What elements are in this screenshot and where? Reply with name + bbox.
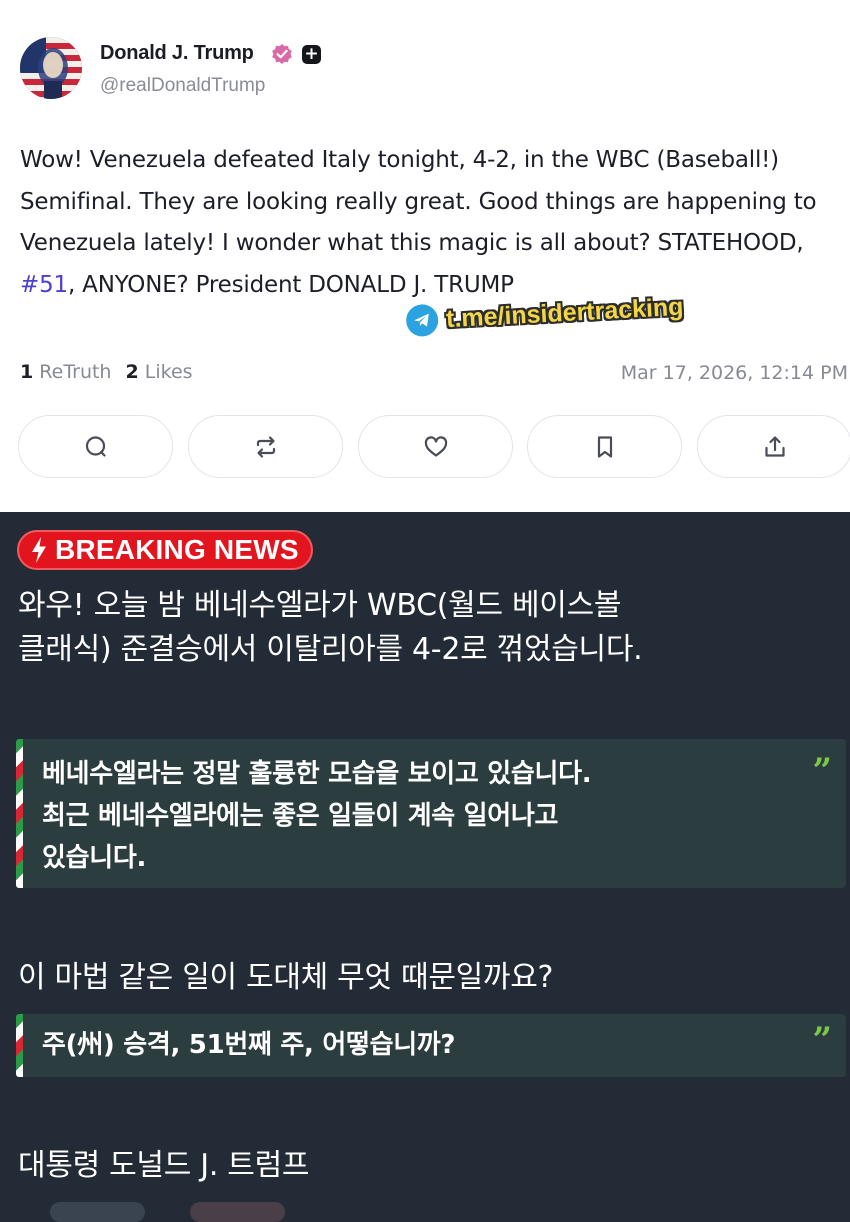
bookmark-button[interactable] [527, 415, 682, 478]
author-handle[interactable]: @realDonaldTrump [100, 75, 265, 97]
partial-chip [50, 1202, 145, 1222]
news-signoff-text: 대통령 도널드 J. 트럼프 [18, 1148, 310, 1183]
post-text-part-1: Wow! Venezuela defeated Italy tonight, 4… [20, 147, 817, 256]
quote-1-line-3: 있습니다. [42, 843, 147, 873]
quote-stripe [16, 739, 23, 888]
author-avatar[interactable] [20, 37, 82, 99]
post-timestamp: Mar 17, 2026, 12:14 PM [620, 362, 848, 384]
hashtag-link[interactable]: #51 [20, 272, 68, 298]
breaking-news-panel: BREAKING NEWS 와우! 오늘 밤 베네수엘라가 WBC(월드 베이스… [0, 512, 850, 1222]
lead-line-1: 와우! 오늘 밤 베네수엘라가 WBC(월드 베이스볼 [18, 588, 622, 623]
retruth-label[interactable]: ReTruth [39, 361, 111, 383]
quote-mark-icon: ” [812, 1020, 832, 1060]
quote-stripe [16, 1014, 23, 1077]
likes-count: 2 [125, 361, 139, 383]
quote-block-1: 베네수엘라는 정말 훌륭한 모습을 보이고 있습니다. 최근 베네수엘라에는 좋… [16, 739, 846, 888]
retruth-count: 1 [20, 361, 34, 383]
partial-chip [190, 1202, 285, 1222]
likes-label[interactable]: Likes [145, 361, 193, 383]
post-body-text: Wow! Venezuela defeated Italy tonight, 4… [20, 140, 845, 306]
breaking-news-label: BREAKING NEWS [55, 534, 299, 565]
post-text-part-2: , ANYONE? President DONALD J. TRUMP [67, 271, 514, 298]
quote-1-line-2: 최근 베네수엘라에는 좋은 일들이 계속 일어나고 [42, 801, 559, 831]
news-lead-text: 와우! 오늘 밤 베네수엘라가 WBC(월드 베이스볼 클래식) 준결승에서 이… [18, 584, 848, 672]
like-icon [424, 435, 447, 457]
quote-block-2: 주(州) 승격, 51번째 주, 어떻습니까? ” [16, 1014, 846, 1077]
quote-1-line-1: 베네수엘라는 정말 훌륭한 모습을 보이고 있습니다. [42, 759, 592, 789]
like-button[interactable] [358, 415, 513, 478]
quote-mark-icon: ” [812, 751, 832, 791]
bookmark-icon [597, 435, 612, 458]
telegram-icon [405, 303, 439, 338]
verified-badge-icon [272, 44, 292, 64]
truth-post-card: Donald J. Trump + @realDonaldTrump Wow! … [0, 0, 850, 512]
reply-button[interactable] [18, 415, 173, 478]
retruth-button[interactable] [188, 415, 343, 478]
quote-2-text: 주(州) 승격, 51번째 주, 어떻습니까? [42, 1030, 456, 1060]
lead-line-2: 클래식) 준결승에서 이탈리아를 4-2로 꺾었습니다. [18, 632, 643, 667]
share-button[interactable] [697, 415, 850, 478]
reply-icon [85, 435, 106, 457]
plus-badge-icon: + [302, 45, 321, 64]
share-icon [764, 435, 785, 457]
watermark-text: t.me/insidertracking [445, 292, 685, 333]
retruth-icon [256, 435, 275, 458]
lightning-icon [32, 537, 46, 563]
avatar-image [20, 37, 82, 99]
breaking-news-badge: BREAKING NEWS [17, 530, 313, 570]
author-name[interactable]: Donald J. Trump [100, 42, 254, 65]
post-stats: 1 ReTruth 2 Likes [20, 361, 193, 383]
news-question-text: 이 마법 같은 일이 도대체 무엇 때문일까요? [18, 960, 554, 995]
